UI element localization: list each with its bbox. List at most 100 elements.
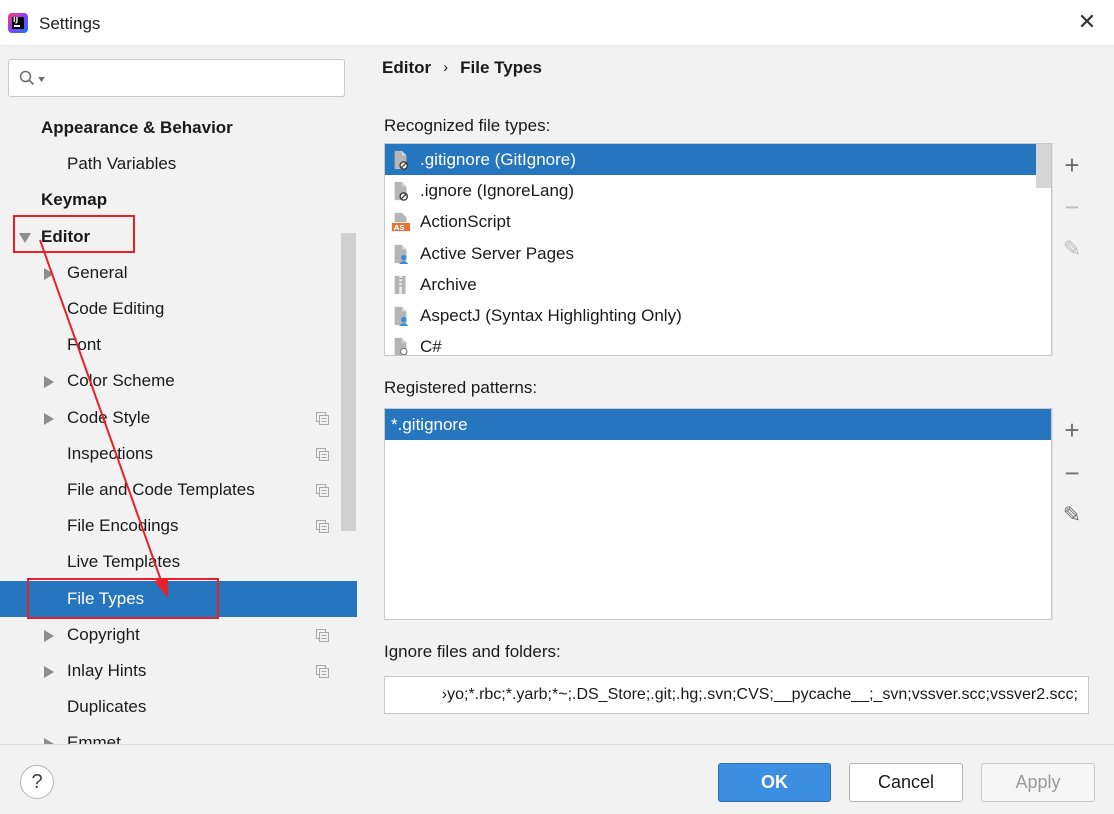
file-type-label: C# <box>420 337 442 356</box>
sidebar-item-emmet[interactable]: Emmet <box>0 725 342 744</box>
edit-pattern-button[interactable]: ✎ <box>1053 497 1091 533</box>
csharp-file-icon <box>394 338 408 355</box>
file-type-label: ActionScript <box>420 212 511 232</box>
project-scope-icon <box>316 665 329 678</box>
sidebar-item-label: Appearance & Behavior <box>41 118 233 137</box>
expand-right-icon[interactable] <box>44 666 54 678</box>
project-scope-icon <box>316 411 329 425</box>
add-file-type-button[interactable]: + <box>1053 147 1091 183</box>
ignore-files-label: Ignore files and folders: <box>384 642 561 661</box>
expand-right-icon[interactable] <box>44 376 54 389</box>
aspectj-file-icon <box>394 306 409 326</box>
project-scope-icon <box>316 447 329 461</box>
actionscript-file-icon: AS <box>391 213 411 233</box>
recognized-file-types-label: Recognized file types: <box>384 116 551 135</box>
svg-text:AS: AS <box>394 224 405 233</box>
sidebar-item-label: Color Scheme <box>67 371 175 391</box>
project-scope-icon <box>316 520 329 534</box>
breadcrumb-separator: › <box>443 59 449 76</box>
close-icon[interactable]: ✕ <box>1076 11 1098 33</box>
ignore-files-input[interactable]: ›yo;*.rbc;*.yarb;*~;.DS_Store;.git;.hg;.… <box>384 676 1089 714</box>
sidebar-item-label: Inlay Hints <box>67 661 147 680</box>
remove-pattern-button[interactable]: − <box>1053 455 1091 491</box>
file-type-row[interactable]: .ignore (IgnoreLang) <box>385 175 1036 206</box>
file-type-row[interactable]: C# <box>385 331 1036 356</box>
sidebar-item-label: Code Style <box>67 407 151 427</box>
sidebar-item-inspections[interactable]: Inspections <box>0 436 342 472</box>
sidebar-item-copyright[interactable]: Copyright <box>0 617 342 653</box>
remove-file-type-button[interactable]: − <box>1053 189 1091 225</box>
file-type-row[interactable]: AspectJ (Syntax Highlighting Only) <box>385 300 1036 331</box>
file-type-label: Active Server Pages <box>420 243 575 263</box>
breadcrumb-current: File Types <box>460 58 542 77</box>
add-pattern-button[interactable]: + <box>1053 412 1091 448</box>
registered-patterns-list[interactable]: *.gitignore <box>384 408 1052 620</box>
sidebar-item-color-scheme[interactable]: Color Scheme <box>0 363 342 399</box>
expand-right-icon[interactable] <box>44 629 54 642</box>
file-types-panel: Editor › File Types Recognized file types:… <box>357 46 1114 744</box>
sidebar-item-live-templates[interactable]: Live Templates <box>0 544 342 580</box>
expand-right-icon[interactable] <box>44 267 54 280</box>
project-scope-icon <box>316 484 329 497</box>
sidebar-item-label: Emmet <box>67 733 121 744</box>
settings-search-input[interactable] <box>8 59 345 97</box>
asp-file-icon <box>394 244 409 264</box>
sidebar-item-label: Code Editing <box>67 299 165 318</box>
registered-patterns-label: Registered patterns: <box>384 378 538 397</box>
sidebar-item-label: Copyright <box>67 624 140 644</box>
expand-right-icon[interactable] <box>44 412 54 425</box>
sidebar-item-label: Live Templates <box>67 552 181 572</box>
dialog-button-bar: ? OK Cancel Apply <box>0 744 1114 814</box>
file-type-row[interactable]: AS ActionScript <box>385 206 1036 237</box>
help-button[interactable]: ? <box>20 765 54 799</box>
edit-file-type-button[interactable]: ✎ <box>1053 231 1091 267</box>
gitignore-file-icon <box>394 150 408 170</box>
sidebar-item-label: Duplicates <box>67 697 147 717</box>
sidebar-item-code-style[interactable]: Code Style <box>0 400 342 436</box>
sidebar-scrollbar[interactable] <box>341 233 356 531</box>
search-icon <box>19 70 35 86</box>
file-type-row[interactable]: Active Server Pages <box>385 238 1036 269</box>
sidebar-item-duplicates[interactable]: Duplicates <box>0 689 342 725</box>
sidebar-item-label: Inspections <box>67 443 153 463</box>
ignore-file-icon <box>394 182 408 201</box>
sidebar-item-code-editing[interactable]: Code Editing <box>0 291 342 327</box>
cancel-button[interactable]: Cancel <box>849 763 963 802</box>
breadcrumb-parent[interactable]: Editor <box>382 58 431 77</box>
sidebar-item-appearance-behavior[interactable]: Appearance & Behavior <box>0 110 342 146</box>
sidebar-item-label: Font <box>67 335 102 355</box>
recognized-file-types-list[interactable]: C# AspectJ (Syntax Highlighting Only) Arch… <box>384 143 1052 356</box>
sidebar-item-general[interactable]: General <box>0 255 342 291</box>
file-type-label: .ignore (IgnoreLang) <box>420 181 575 201</box>
archive-file-icon <box>394 275 406 294</box>
pattern-row[interactable]: *.gitignore <box>385 409 1051 440</box>
file-type-row[interactable]: Archive <box>385 269 1036 300</box>
sidebar-item-font[interactable]: Font <box>0 327 342 363</box>
project-scope-icon <box>316 628 329 642</box>
file-type-label: Archive <box>420 274 477 294</box>
sidebar-item-file-encodings[interactable]: File Encodings <box>0 508 342 544</box>
pattern-label: *.gitignore <box>391 415 468 434</box>
apply-button[interactable]: Apply <box>981 763 1095 802</box>
recognized-toolbar: + − ✎ <box>1052 143 1090 356</box>
sidebar-item-label: File and Code Templates <box>67 480 255 499</box>
annotation-box-file-types <box>27 578 219 619</box>
file-type-row[interactable]: .gitignore (GitIgnore) <box>385 144 1036 175</box>
ok-button[interactable]: OK <box>718 763 831 802</box>
recognized-list-scrollbar[interactable] <box>1036 144 1051 188</box>
sidebar-item-label: Keymap <box>41 190 108 210</box>
patterns-toolbar: + − ✎ <box>1052 408 1090 620</box>
sidebar-item-path-variables[interactable]: Path Variables <box>0 146 342 182</box>
intellij-app-icon <box>8 13 28 33</box>
settings-sidebar: Appearance & Behavior Path Variables Keyma… <box>0 46 357 744</box>
file-type-label: .gitignore (GitIgnore) <box>420 150 576 169</box>
sidebar-item-inlay-hints[interactable]: Inlay Hints <box>0 653 342 689</box>
sidebar-item-label: File Encodings <box>67 516 179 536</box>
search-dropdown-icon[interactable] <box>38 77 45 82</box>
annotation-box-editor <box>13 215 135 253</box>
sidebar-item-keymap[interactable]: Keymap <box>0 182 342 218</box>
file-type-label: AspectJ (Syntax Highlighting Only) <box>420 306 682 325</box>
ignore-files-value: ›yo;*.rbc;*.yarb;*~;.DS_Store;.git;.hg;.… <box>441 686 1078 703</box>
sidebar-item-file-and-code-templates[interactable]: File and Code Templates <box>0 472 342 508</box>
sidebar-item-label: General <box>67 262 128 282</box>
